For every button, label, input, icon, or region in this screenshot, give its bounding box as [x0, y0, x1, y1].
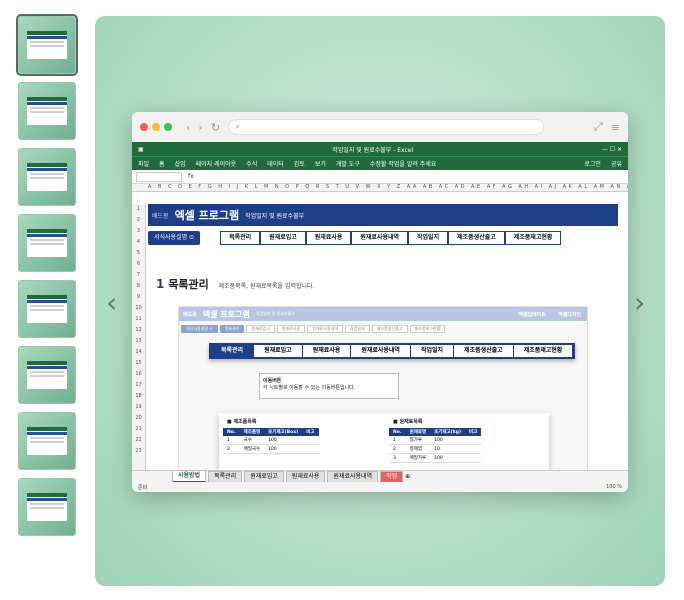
address-bar[interactable]: ⌕ — [228, 119, 545, 135]
product-table: ■ 제조품목록 No. 제조품명 초기재고(Box) 비고 1 국수 100 2 메밀국수 1… — [223, 415, 319, 454]
thumbnail-8[interactable] — [18, 478, 76, 536]
menu-view[interactable]: 보기 — [315, 159, 326, 168]
menu-icon[interactable]: ≡ — [611, 121, 620, 134]
preview-nav: 서식사용설명 ⊙ 목록관리 원재료입고 원재료사용 원재료사용내역 작업일지 제… — [179, 323, 587, 335]
tell-me[interactable]: 수정할 작업을 알려 주세요 — [370, 159, 436, 168]
login-link[interactable]: 로그인 — [584, 159, 601, 168]
back-icon[interactable]: ‹ — [186, 121, 190, 134]
sheet-tab-material-history[interactable]: 원재료사용내역 — [327, 470, 379, 483]
material-table: ■ 원재료목록 No. 원재료명 초기재고(kg) 비고 1 밀가루 100 2 정제염 10… — [389, 415, 482, 463]
menu-home[interactable]: 홈 — [159, 159, 165, 168]
search-icon: ⌕ — [235, 122, 241, 132]
sheet-content: 배드몽 엑셀 프로그램 작업일지 및 원료수불부 서식사용설명 ⊙ 목록관리 원… — [148, 204, 618, 472]
save-icon[interactable]: ▣ — [138, 146, 144, 153]
list-tables: ■ 제조품목록 No. 제조품명 초기재고(Box) 비고 1 국수 100 2 메밀국수 1… — [219, 413, 549, 471]
fx-icon: fx — [188, 173, 194, 180]
section-subtitle: 제조품목록, 원재료목록을 입력합니다. — [218, 283, 315, 290]
browser-window: ‹ › ↻ ⌕ ⤢ ≡ ▣ 작업일지 및 원료수불부 - Excel — ☐ ✕… — [132, 112, 628, 492]
menu-file[interactable]: 파일 — [138, 159, 149, 168]
browser-chrome: ‹ › ↻ ⌕ ⤢ ≡ — [132, 112, 628, 142]
popup-tab-0[interactable]: 목록관리 — [211, 345, 255, 357]
menu-page-layout[interactable]: 페이지 레이아웃 — [196, 159, 237, 168]
banner-subtitle: 작업일지 및 원료수불부 — [245, 212, 305, 220]
sheet-tab-material-use[interactable]: 원재료사용 — [285, 470, 326, 483]
share-button[interactable]: 공유 — [611, 159, 622, 168]
close-dot-icon[interactable] — [140, 123, 148, 131]
menu-formulas[interactable]: 수식 — [246, 159, 257, 168]
thumbnail-strip — [18, 16, 78, 544]
preview-banner: 배드몽 엑셀 프로그램 작업일지 및 원료수불부 엑셀업데이트 엑셀디자인 — [179, 307, 587, 321]
tooltip: 이동버튼 각 시트별로 이동할 수 있는 이동버튼입니다. — [259, 373, 399, 399]
menu-review[interactable]: 검토 — [294, 159, 305, 168]
popup-tab-6[interactable]: 제조품재고현황 — [514, 345, 574, 357]
popup-tab-5[interactable]: 제조품생산출고 — [454, 345, 514, 357]
sheet-tab-work[interactable]: 작업 — [380, 470, 404, 483]
popup-tab-4[interactable]: 작업일지 — [411, 345, 455, 357]
column-headers: A B C D E F G H I J K L M N O P Q R S T … — [132, 184, 628, 192]
tab-material-use[interactable]: 원재료사용 — [305, 231, 352, 245]
minimize-dot-icon[interactable] — [152, 123, 160, 131]
section-title: 1 목록관리 제조품목록, 원재료목록을 입력합니다. — [156, 277, 315, 291]
excel-titlebar: ▣ 작업일지 및 원료수불부 - Excel — ☐ ✕ — [132, 142, 628, 156]
brand-label: 배드몽 — [152, 212, 169, 220]
sheet-tab-material-in[interactable]: 원재료입고 — [244, 470, 284, 483]
sheet-tab-list[interactable]: 목록관리 — [208, 470, 243, 483]
zoom-level[interactable]: 100 % — [606, 484, 622, 490]
prev-arrow-icon[interactable]: ‹ — [106, 286, 117, 319]
row-numbers: 1 2 3 4 5 6 7 8 9 10 11 12 13 14 15 16 17 18 19 20 21 22 23 — [132, 204, 146, 472]
popup-tab-1[interactable]: 원재료입고 — [254, 345, 303, 357]
sheet-banner: 배드몽 엑셀 프로그램 작업일지 및 원료수불부 — [148, 204, 618, 226]
menu-insert[interactable]: 삽입 — [175, 159, 186, 168]
tab-list-manage[interactable]: 목록관리 — [220, 231, 261, 245]
tab-product-out[interactable]: 제조품생산출고 — [448, 231, 505, 245]
ribbon-menu: 파일 홈 삽입 페이지 레이아웃 수식 데이터 검토 보기 개발 도구 수정할 … — [132, 156, 628, 170]
guide-button[interactable]: 서식사용설명 ⊙ — [148, 231, 201, 245]
maximize-dot-icon[interactable] — [164, 123, 172, 131]
banner-title: 엑셀 프로그램 — [174, 209, 240, 222]
tab-material-in[interactable]: 원재료입고 — [260, 231, 306, 245]
name-box[interactable] — [136, 171, 182, 182]
menu-data[interactable]: 데이터 — [267, 159, 284, 168]
screenshot-preview: 배드몽 엑셀 프로그램 작업일지 및 원료수불부 엑셀업데이트 엑셀디자인 서식… — [178, 306, 588, 472]
thumbnail-3[interactable] — [18, 148, 76, 206]
popup-tab-3[interactable]: 원재료사용내역 — [351, 345, 411, 357]
next-arrow-icon[interactable]: › — [634, 286, 645, 319]
thumbnail-4[interactable] — [18, 214, 76, 272]
thumbnail-6[interactable] — [18, 346, 76, 404]
expand-icon[interactable]: ⤢ — [594, 120, 603, 134]
add-sheet-icon[interactable]: ⊕ — [405, 473, 410, 480]
tab-material-history[interactable]: 원재료사용내역 — [351, 231, 409, 245]
thumbnail-7[interactable] — [18, 412, 76, 470]
popup-tab-2[interactable]: 원재료사용 — [303, 345, 352, 357]
formula-bar: fx — [132, 170, 628, 184]
sheet-tabs: 사용방법 목록관리 원재료입고 원재료사용 원재료사용내역 작업 ⊕ — [132, 470, 628, 483]
window-controls[interactable]: — ☐ ✕ — [602, 146, 622, 153]
sheet-nav: 서식사용설명 ⊙ 목록관리 원재료입고 원재료사용 원재료사용내역 작업일지 제… — [148, 230, 618, 246]
tab-work-log[interactable]: 작업일지 — [408, 231, 449, 245]
thumbnail-1[interactable] — [18, 16, 76, 74]
menu-developer[interactable]: 개발 도구 — [336, 159, 360, 168]
forward-icon[interactable]: › — [198, 121, 202, 134]
reload-icon[interactable]: ↻ — [211, 121, 220, 134]
sheet-grid: 1 2 3 4 5 6 7 8 9 10 11 12 13 14 15 16 17 18 19 20 21 22 23 배드… — [132, 204, 628, 472]
thumbnail-2[interactable] — [18, 82, 76, 140]
popup-tab-bar: 목록관리 원재료입고 원재료사용 원재료사용내역 작업일지 제조품생산출고 제조… — [209, 343, 576, 359]
status-bar: 준비 100 % — [132, 482, 628, 492]
window-title: 작업일지 및 원료수불부 - Excel — [332, 146, 414, 154]
status-ready: 준비 — [138, 484, 148, 491]
tab-product-stock[interactable]: 제조품재고현황 — [504, 231, 562, 245]
thumbnail-5[interactable] — [18, 280, 76, 338]
